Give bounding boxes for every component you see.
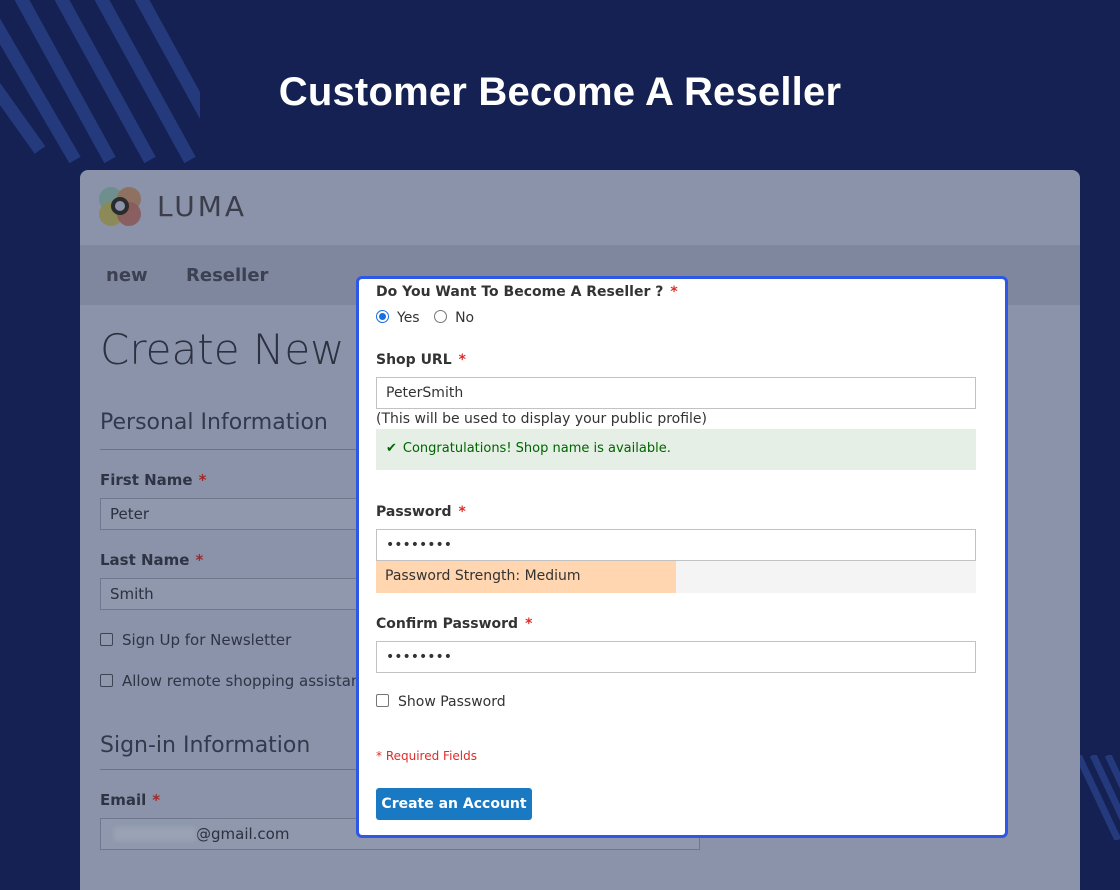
password-label: Password *: [376, 504, 466, 520]
password-strength-text: Password Strength: Medium: [385, 568, 581, 584]
shop-url-note: (This will be used to display your publi…: [376, 411, 708, 427]
shop-url-input[interactable]: PeterSmith: [376, 377, 976, 409]
newsletter-checkbox[interactable]: [100, 633, 113, 646]
required-star: *: [152, 791, 161, 809]
reseller-radio-group: Yes No: [376, 310, 484, 326]
radio-no[interactable]: [434, 310, 448, 323]
show-password-checkbox[interactable]: [376, 694, 389, 707]
shop-url-label-text: Shop URL: [376, 352, 452, 368]
radio-yes-label: Yes: [397, 310, 420, 326]
confirm-password-label-text: Confirm Password: [376, 616, 519, 632]
check-icon: ✔: [386, 441, 397, 456]
decorative-stripes-corner: [1078, 755, 1120, 840]
password-label-text: Password: [376, 504, 452, 520]
shop-available-message: ✔ Congratulations! Shop name is available…: [376, 429, 976, 470]
required-fields-note: * Required Fields: [376, 749, 477, 763]
radio-yes[interactable]: [376, 310, 389, 323]
page-headline: Customer Become A Reseller: [278, 70, 842, 114]
required-star: *: [458, 352, 466, 368]
newsletter-option[interactable]: Sign Up for Newsletter: [100, 631, 291, 649]
create-account-button[interactable]: Create an Account: [376, 788, 532, 820]
redacted-email-part: [114, 827, 196, 841]
email-label-text: Email: [100, 791, 147, 809]
last-name-label: Last Name *: [100, 551, 203, 569]
required-star: *: [458, 504, 466, 520]
required-star: *: [198, 471, 207, 489]
email-label: Email *: [100, 791, 160, 809]
radio-option-yes[interactable]: Yes: [376, 310, 420, 326]
reseller-question-text: Do You Want To Become A Reseller ?: [376, 284, 664, 300]
section-title-signin: Sign-in Information: [100, 733, 311, 758]
confirm-password-input[interactable]: ••••••••: [376, 641, 976, 673]
logo-text: LUMA: [157, 190, 248, 223]
newsletter-label: Sign Up for Newsletter: [122, 631, 292, 649]
nav-item-reseller[interactable]: Reseller: [186, 265, 268, 286]
section-title-personal: Personal Information: [100, 410, 328, 435]
shop-url-label: Shop URL *: [376, 352, 466, 368]
required-star: *: [525, 616, 533, 632]
confirm-password-label: Confirm Password *: [376, 616, 532, 632]
nav-item-new[interactable]: new: [106, 265, 148, 286]
show-password-label: Show Password: [398, 694, 506, 710]
radio-no-label: No: [455, 310, 475, 326]
remote-assist-label: Allow remote shopping assistance: [122, 672, 378, 690]
password-input[interactable]: ••••••••: [376, 529, 976, 561]
required-star: *: [670, 284, 678, 300]
first-name-label-text: First Name: [100, 471, 193, 489]
email-visible-text: @gmail.com: [196, 825, 290, 843]
first-name-label: First Name *: [100, 471, 206, 489]
reseller-form-panel: Do You Want To Become A Reseller ? * Yes …: [356, 276, 1008, 838]
remote-assist-option[interactable]: Allow remote shopping assistance: [100, 672, 378, 690]
password-strength-meter: Password Strength: Medium: [376, 561, 976, 593]
radio-option-no[interactable]: No: [434, 310, 474, 326]
last-name-label-text: Last Name: [100, 551, 190, 569]
remote-assist-checkbox[interactable]: [100, 674, 113, 687]
success-text: Congratulations! Shop name is available.: [402, 441, 671, 456]
store-header: LUMA: [80, 170, 1080, 245]
luma-logo-icon: [99, 187, 141, 226]
show-password-option[interactable]: Show Password: [376, 694, 506, 710]
required-star: *: [195, 551, 204, 569]
reseller-question-label: Do You Want To Become A Reseller ? *: [376, 284, 678, 300]
